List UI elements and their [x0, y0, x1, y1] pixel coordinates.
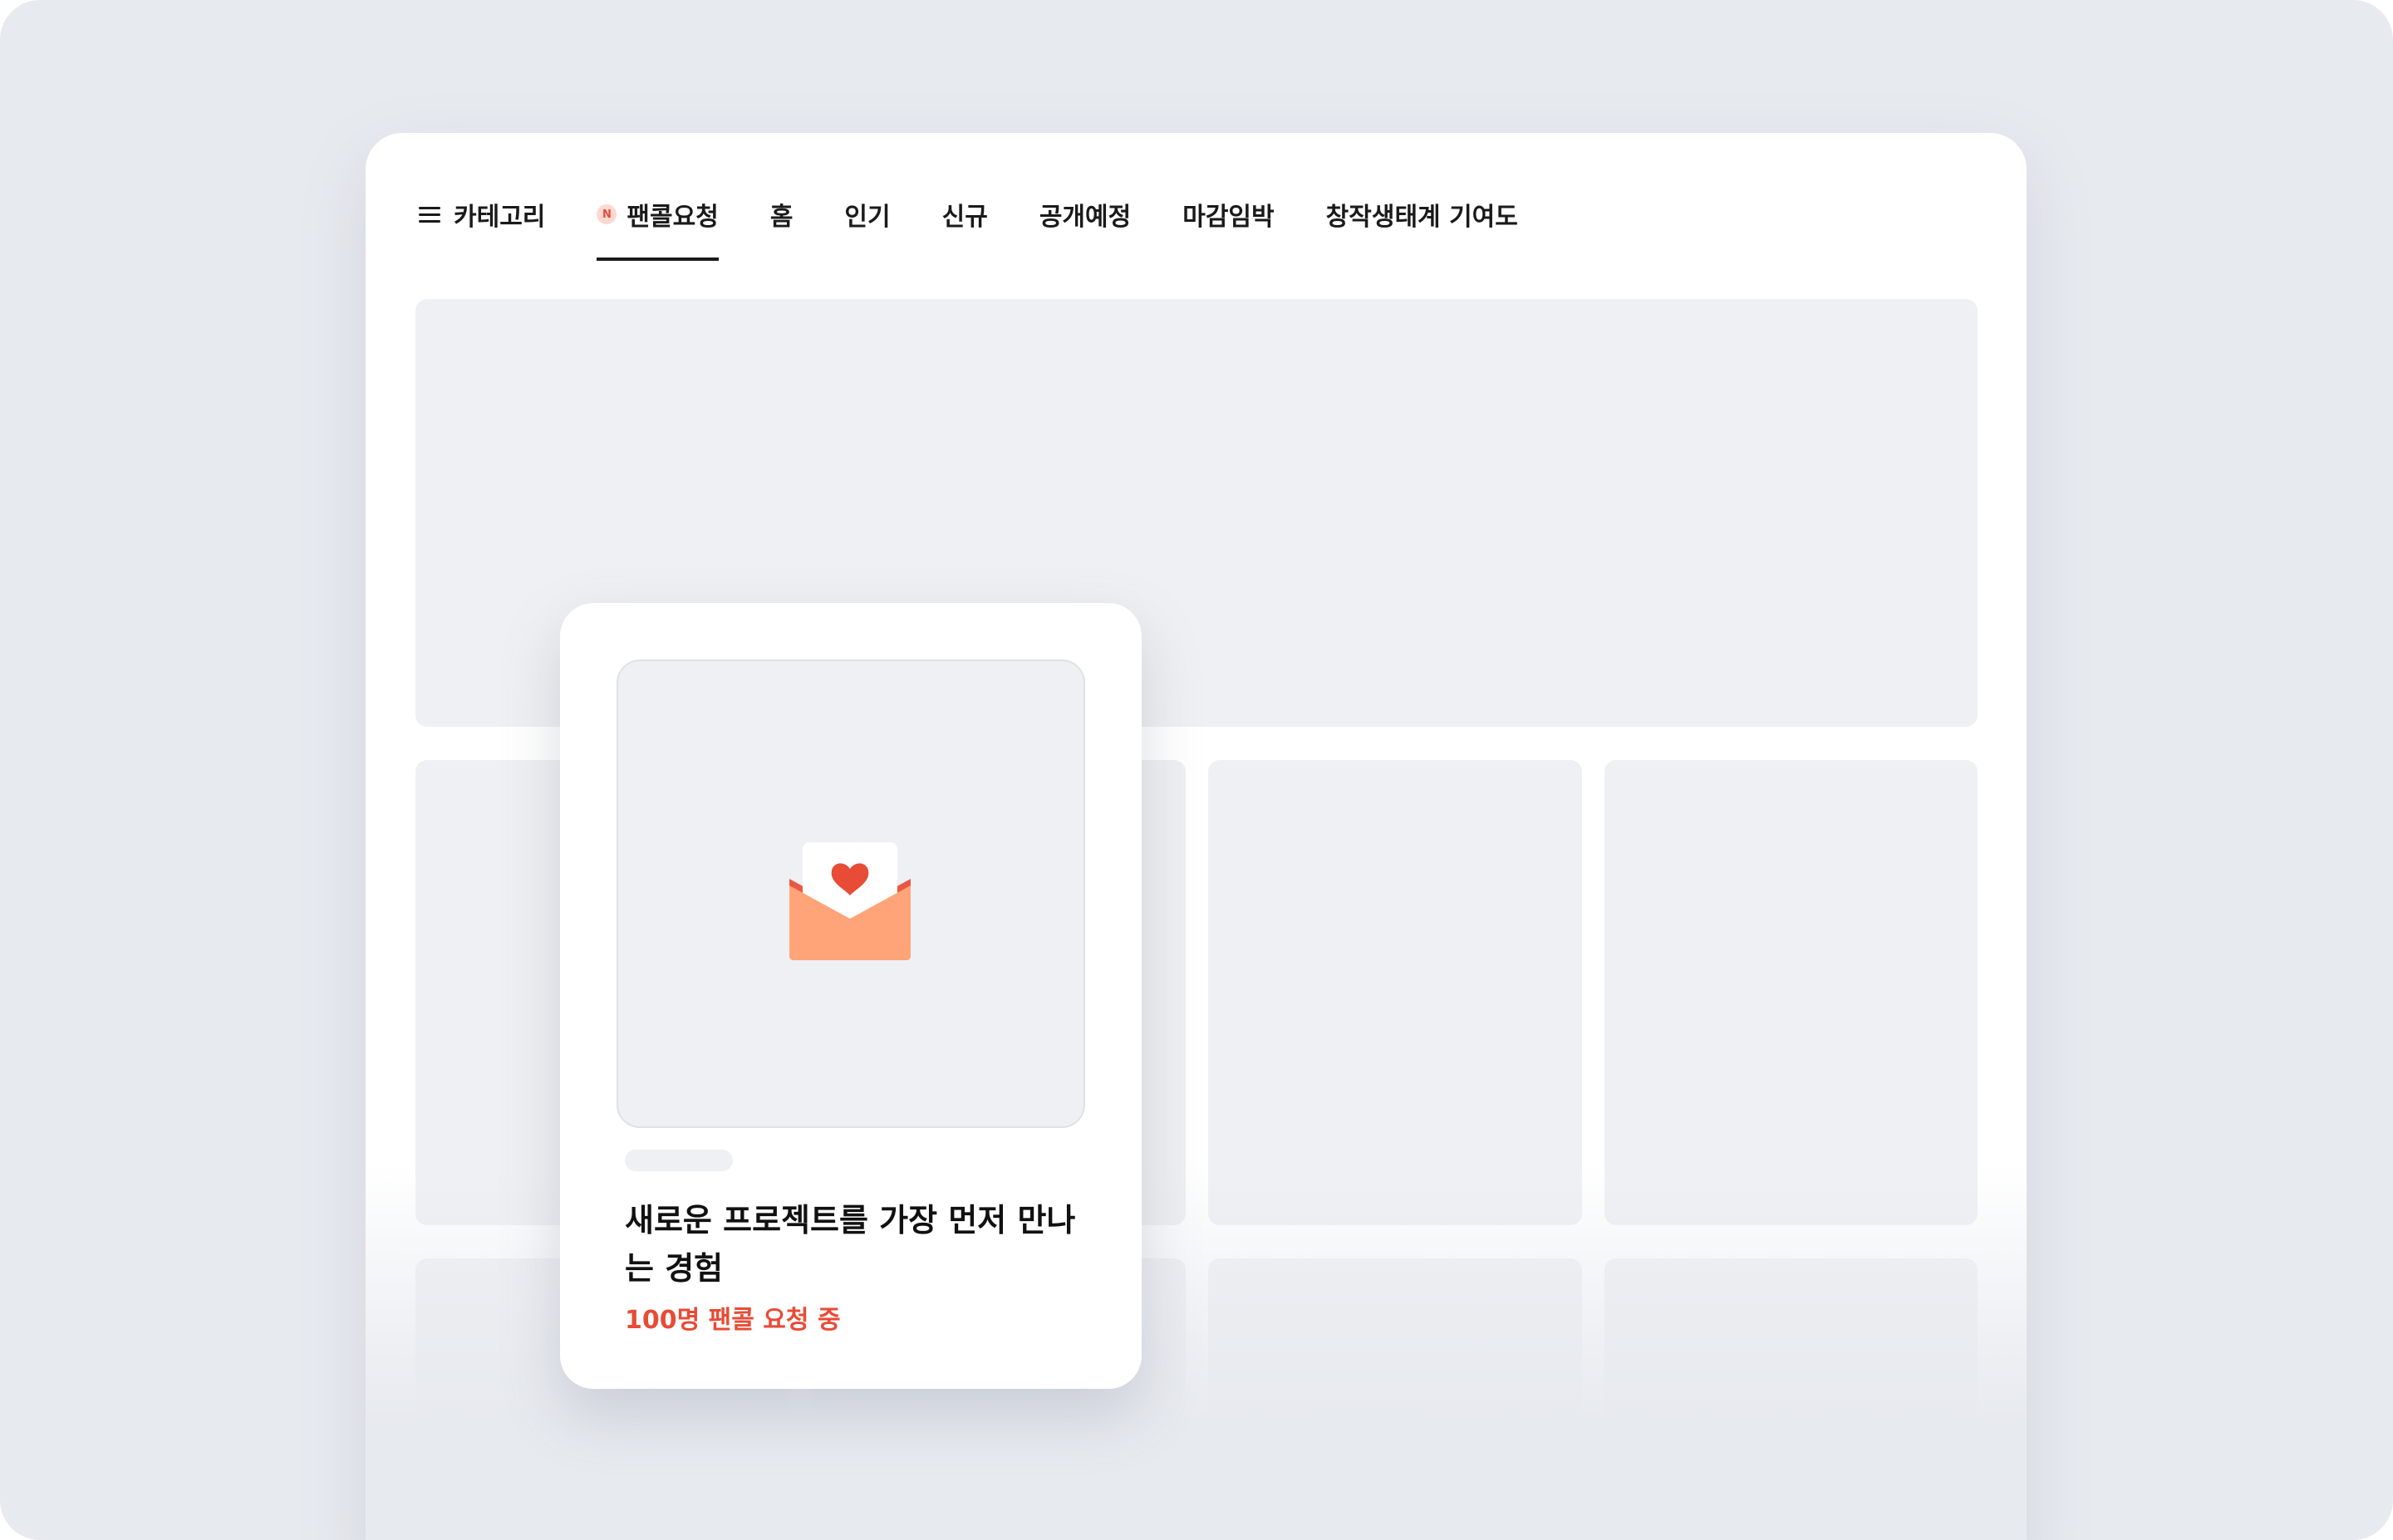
tag-placeholder [625, 1150, 733, 1171]
nav-item-popular[interactable]: 인기 [844, 191, 890, 238]
nav-item-ecosystem-contribution[interactable]: 창작생태계 기여도 [1326, 191, 1518, 238]
fancall-card[interactable]: 새로운 프로젝트를 가장 먼저 만나는 경험 100명 팬콜 요청 중 [560, 603, 1142, 1389]
project-tile-placeholder [1208, 760, 1582, 1225]
card-thumbnail [617, 660, 1085, 1128]
category-nav: 카테고리 N 팬콜요청 홈 인기 신규 공개예정 마감임박 창작생태계 기여도 [419, 191, 1570, 274]
nav-item-category[interactable]: 카테고리 [419, 191, 545, 238]
nav-item-label: 카테고리 [454, 203, 546, 232]
nav-item-label: 인기 [844, 203, 891, 232]
project-tile-placeholder [1604, 760, 1978, 1225]
nav-item-upcoming[interactable]: 공개예정 [1039, 191, 1131, 238]
nav-item-home[interactable]: 홈 [770, 191, 794, 238]
nav-item-label: 공개예정 [1039, 203, 1132, 232]
nav-item-label: 마감임박 [1182, 203, 1275, 232]
nav-item-label: 신규 [941, 203, 988, 232]
card-title: 새로운 프로젝트를 가장 먼저 만나는 경험 [625, 1202, 1076, 1287]
nav-item-label: 창작생태계 기여도 [1325, 203, 1518, 232]
envelope-heart-icon [789, 842, 911, 960]
nav-item-new[interactable]: 신규 [942, 191, 988, 238]
menu-icon [419, 203, 440, 227]
page-background: 카테고리 N 팬콜요청 홈 인기 신규 공개예정 마감임박 창작생태계 기여도 … [0, 0, 2393, 1540]
nav-item-fancall-request[interactable]: N 팬콜요청 [597, 191, 720, 261]
nav-item-closing-soon[interactable]: 마감임박 [1182, 191, 1274, 238]
nav-item-label: 홈 [769, 203, 794, 232]
nav-item-label: 팬콜요청 [627, 203, 719, 232]
card-request-count: 100명 팬콜 요청 중 [625, 1306, 841, 1335]
new-badge: N [597, 204, 617, 224]
